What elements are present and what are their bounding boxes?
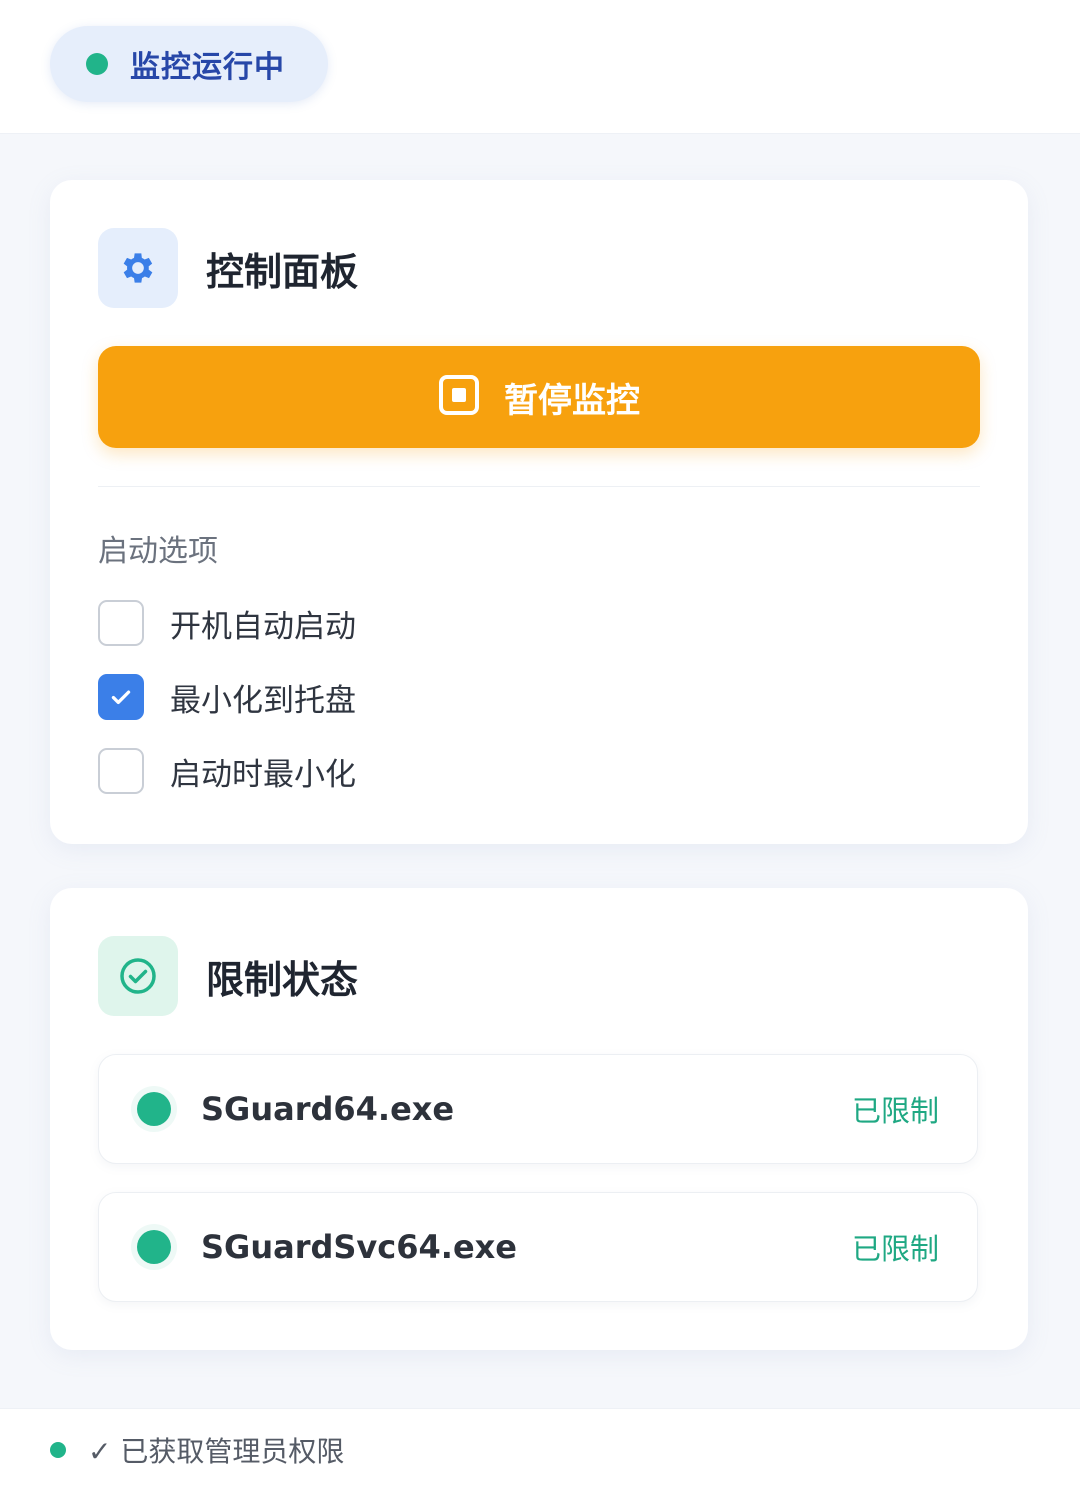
restriction-status-header: 限制状态: [98, 936, 358, 1016]
checkmark-icon: [111, 690, 131, 705]
restriction-status-title: 限制状态: [206, 957, 359, 1002]
status-indicator-dot: [86, 53, 108, 75]
process-name: SGuard64.exe: [201, 1090, 455, 1128]
process-row: SGuardSvc64.exe 已限制: [98, 1192, 978, 1302]
minimize-to-tray-label: 最小化到托盘: [170, 682, 356, 719]
restriction-status-card: 限制状态 SGuard64.exe 已限制 SGuardSvc64.exe 已限…: [50, 888, 1028, 1350]
check-circle-icon: [98, 936, 178, 1016]
monitor-status-badge: 监控运行中: [50, 26, 328, 102]
control-panel-card: 控制面板 暂停监控 启动选项 开机自动启动 最小化到托盘 启动时最小化: [50, 180, 1028, 844]
process-name: SGuardSvc64.exe: [201, 1228, 517, 1266]
process-row: SGuard64.exe 已限制: [98, 1054, 978, 1164]
auto-start-label: 开机自动启动: [170, 608, 356, 645]
startup-options-label: 启动选项: [98, 534, 218, 569]
process-status-dot: [137, 1092, 171, 1126]
monitor-status-text: 监控运行中: [130, 50, 285, 85]
control-panel-header: 控制面板: [98, 228, 358, 308]
auto-start-checkbox[interactable]: [98, 600, 144, 646]
option-start-minimized[interactable]: 启动时最小化: [98, 748, 356, 794]
control-panel-title: 控制面板: [206, 249, 359, 294]
pause-monitor-button[interactable]: 暂停监控: [98, 346, 980, 448]
status-bar: ✓ 已获取管理员权限: [0, 1408, 1080, 1490]
stop-icon: [438, 374, 480, 420]
top-bar: 监控运行中: [0, 0, 1080, 134]
option-auto-start[interactable]: 开机自动启动: [98, 600, 356, 646]
pause-monitor-label: 暂停监控: [504, 380, 640, 421]
divider: [98, 486, 980, 487]
process-status-dot: [137, 1230, 171, 1264]
process-state-badge: 已限制: [851, 1094, 939, 1128]
start-minimized-checkbox[interactable]: [98, 748, 144, 794]
admin-status-dot: [50, 1441, 66, 1458]
option-minimize-to-tray[interactable]: 最小化到托盘: [98, 674, 356, 720]
start-minimized-label: 启动时最小化: [170, 756, 356, 793]
minimize-to-tray-checkbox[interactable]: [98, 674, 144, 720]
gear-icon: [98, 228, 178, 308]
admin-status-text: ✓ 已获取管理员权限: [88, 1434, 345, 1468]
process-state-badge: 已限制: [851, 1232, 939, 1266]
